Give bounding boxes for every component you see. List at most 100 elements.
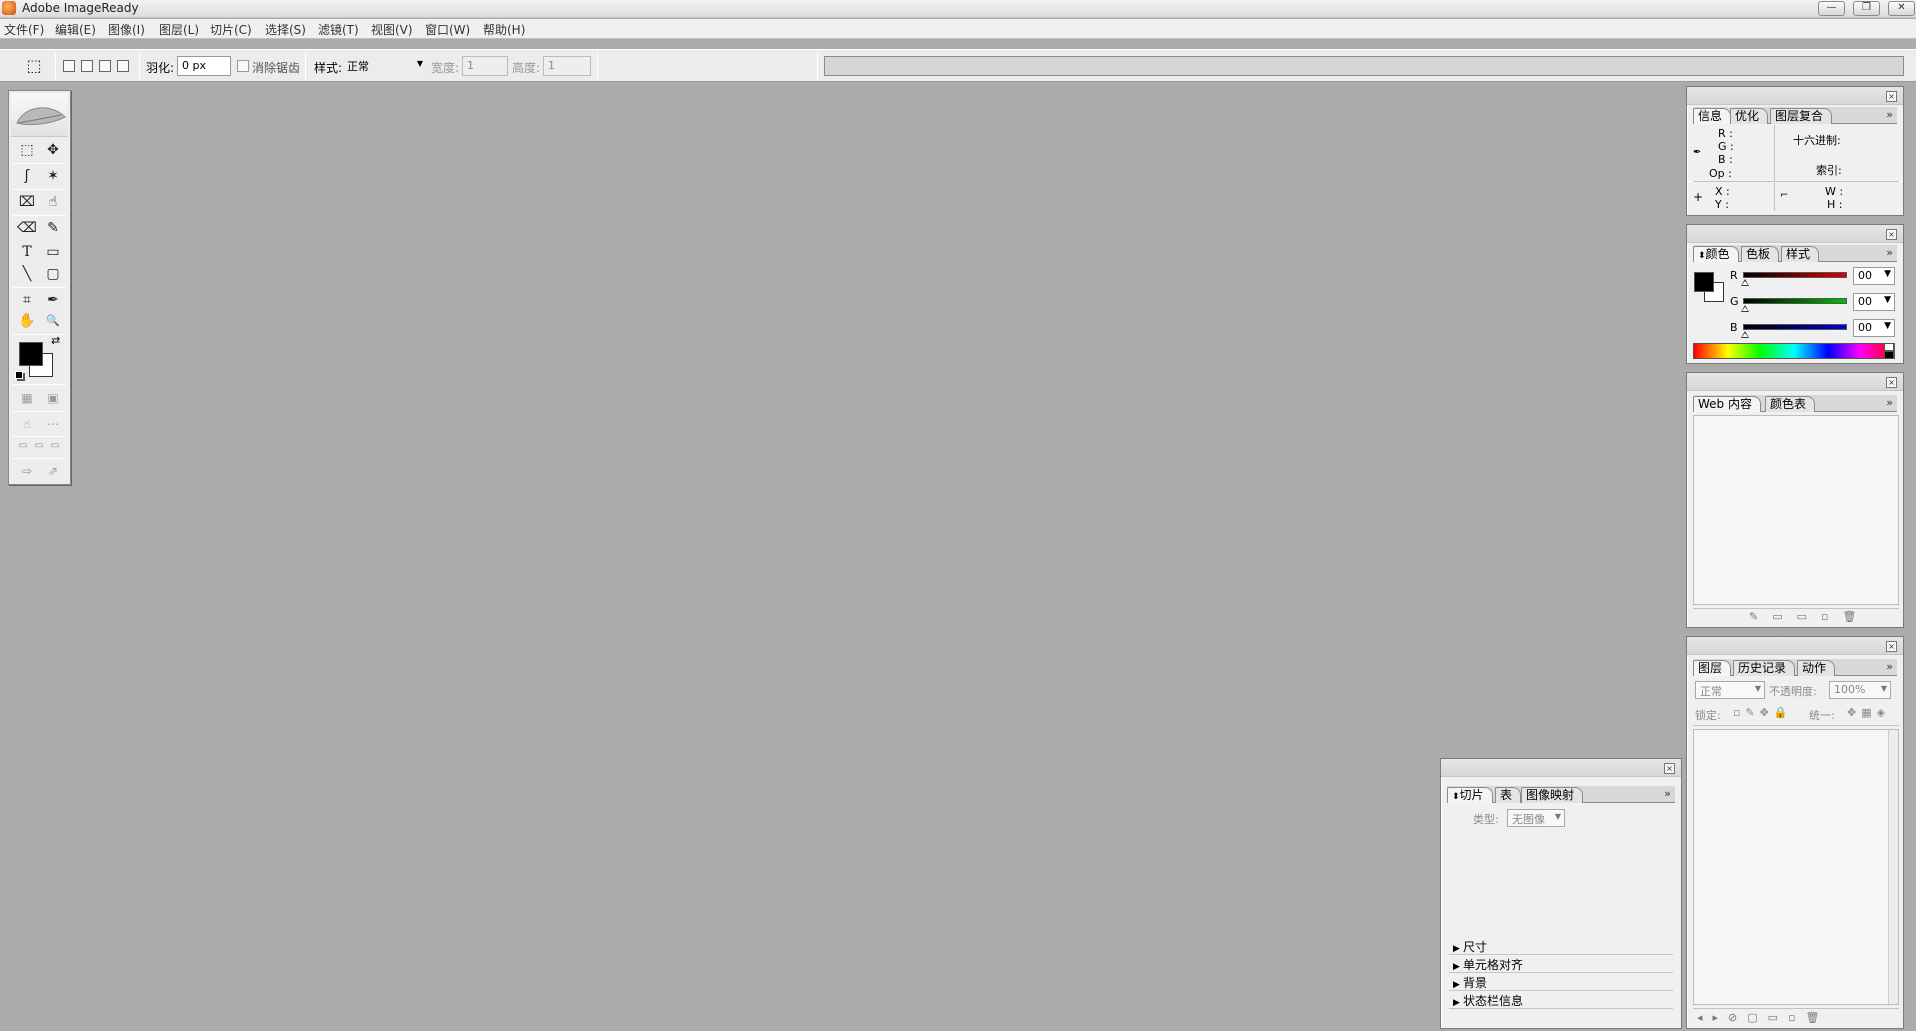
- unify-icons[interactable]: ✥▦◈: [1847, 706, 1890, 719]
- tab-optimize[interactable]: 优化: [1730, 108, 1769, 124]
- panel-titlebar[interactable]: ×: [1687, 225, 1903, 243]
- layers-list[interactable]: [1693, 729, 1899, 1005]
- brush-tool-icon[interactable]: ✎: [41, 217, 65, 239]
- panel-menu-icon[interactable]: »: [1886, 108, 1893, 121]
- imagemap-tool-icon[interactable]: ▦: [15, 387, 39, 409]
- red-slider-handle[interactable]: [1741, 279, 1749, 286]
- tab-color-table[interactable]: 颜色表: [1765, 396, 1816, 412]
- red-slider[interactable]: [1743, 272, 1847, 278]
- panel-titlebar[interactable]: ×: [1687, 373, 1903, 391]
- tab-color[interactable]: ⬍颜色: [1693, 246, 1739, 262]
- menu-select[interactable]: 选择(S): [265, 21, 306, 38]
- tab-info[interactable]: 信息: [1693, 108, 1732, 124]
- tab-web-content[interactable]: Web 内容: [1693, 396, 1761, 412]
- crop-tool-icon[interactable]: ⌗: [15, 289, 39, 311]
- marquee-tool-icon[interactable]: ⬚: [15, 139, 39, 161]
- green-slider-handle[interactable]: [1741, 305, 1749, 312]
- black-swatch[interactable]: [1884, 351, 1894, 359]
- green-value-input[interactable]: 00 ▼: [1853, 293, 1895, 311]
- foreground-color-swatch[interactable]: [1694, 272, 1714, 292]
- rollover-preview-icon[interactable]: ☝: [15, 413, 39, 435]
- panel-titlebar[interactable]: ×: [1687, 87, 1903, 105]
- type-tool-icon[interactable]: T: [15, 241, 39, 263]
- section-status-bar-info[interactable]: ▶ 状态栏信息: [1449, 992, 1673, 1009]
- menu-view[interactable]: 视图(V): [371, 21, 413, 38]
- line-tool-icon[interactable]: ╲: [15, 263, 39, 285]
- slice-type-select[interactable]: 无图像 ▼: [1507, 809, 1565, 827]
- toggle-slices-icon[interactable]: ⋯: [41, 413, 65, 435]
- blue-value-input[interactable]: 00 ▼: [1853, 319, 1895, 337]
- panel-titlebar[interactable]: ×: [1687, 637, 1903, 655]
- minimize-button[interactable]: —: [1818, 1, 1845, 16]
- tab-slice[interactable]: ⬍切片: [1447, 787, 1493, 803]
- marquee-preset-icon[interactable]: ⬚: [22, 55, 46, 77]
- menu-layer[interactable]: 图层(L): [159, 21, 199, 38]
- panel-titlebar[interactable]: ×: [1441, 759, 1681, 777]
- new-selection-icon[interactable]: [63, 60, 75, 72]
- white-swatch[interactable]: [1884, 343, 1894, 351]
- tab-history[interactable]: 历史记录: [1733, 660, 1796, 676]
- menu-help[interactable]: 帮助(H): [483, 21, 525, 38]
- menu-slice[interactable]: 切片(C): [210, 21, 252, 38]
- antialias-checkbox[interactable]: [237, 60, 249, 72]
- eyedropper-tool-icon[interactable]: ✒: [41, 289, 65, 311]
- swap-colors-icon[interactable]: ⇄: [51, 334, 60, 347]
- restore-button[interactable]: ❐: [1853, 1, 1880, 16]
- close-icon[interactable]: ×: [1664, 763, 1675, 774]
- panel-menu-icon[interactable]: »: [1664, 787, 1671, 800]
- width-input[interactable]: 1: [462, 56, 508, 76]
- tab-swatches[interactable]: 色板: [1741, 246, 1780, 262]
- blend-mode-select[interactable]: 正常 ▼: [1695, 681, 1765, 699]
- blue-slider[interactable]: [1743, 324, 1847, 330]
- subtract-selection-icon[interactable]: [99, 60, 111, 72]
- close-icon[interactable]: ×: [1886, 91, 1897, 102]
- height-input[interactable]: 1: [543, 56, 591, 76]
- green-slider[interactable]: [1743, 298, 1847, 304]
- magic-wand-tool-icon[interactable]: ✶: [41, 165, 65, 187]
- tab-actions[interactable]: 动作: [1797, 660, 1836, 676]
- panel-menu-icon[interactable]: »: [1886, 246, 1893, 259]
- tab-layers[interactable]: 图层: [1693, 660, 1732, 676]
- blue-slider-handle[interactable]: [1741, 331, 1749, 338]
- section-cell-alignment[interactable]: ▶ 单元格对齐: [1449, 956, 1673, 973]
- zoom-tool-icon[interactable]: 🔍: [41, 310, 65, 332]
- panel-menu-icon[interactable]: »: [1886, 660, 1893, 673]
- jump-to-photoshop-icon[interactable]: ⇗: [41, 460, 65, 482]
- move-tool-icon[interactable]: ✥: [41, 139, 65, 161]
- menu-edit[interactable]: 编辑(E): [55, 21, 96, 38]
- style-select[interactable]: 正常 ▼: [343, 56, 427, 76]
- foreground-color-swatch[interactable]: [19, 342, 43, 366]
- tab-table[interactable]: 表: [1495, 787, 1522, 803]
- opacity-input[interactable]: 100% ▼: [1829, 681, 1891, 699]
- close-button[interactable]: ✕: [1888, 1, 1915, 16]
- section-background[interactable]: ▶ 背景: [1449, 974, 1673, 991]
- fullscreen-mode-icon[interactable]: ▭: [43, 435, 67, 457]
- hand-tool-icon[interactable]: ✋: [15, 310, 39, 332]
- slice-tool-icon[interactable]: ⌧: [15, 191, 39, 213]
- menu-window[interactable]: 窗口(W): [425, 21, 470, 38]
- close-icon[interactable]: ×: [1886, 229, 1897, 240]
- slice-select-tool-icon[interactable]: ☝: [41, 191, 65, 213]
- lock-icons[interactable]: ▫✎✥🔒: [1733, 706, 1793, 719]
- default-colors-icon[interactable]: [15, 371, 23, 379]
- feather-input[interactable]: 0 px: [177, 56, 231, 76]
- eraser-tool-icon[interactable]: ⌫: [15, 217, 39, 239]
- feather-logo[interactable]: [11, 93, 68, 137]
- panel-menu-icon[interactable]: »: [1886, 396, 1893, 409]
- section-dimensions[interactable]: ▶ 尺寸: [1449, 938, 1673, 955]
- tab-image-map[interactable]: 图像映射: [1521, 787, 1584, 803]
- tab-styles[interactable]: 样式: [1781, 246, 1820, 262]
- intersect-selection-icon[interactable]: [117, 60, 129, 72]
- preview-in-browser-icon[interactable]: ⇨: [15, 460, 39, 482]
- color-spectrum-ramp[interactable]: [1693, 343, 1895, 359]
- rounded-rectangle-tool-icon[interactable]: ▢: [41, 263, 65, 285]
- close-icon[interactable]: ×: [1886, 641, 1897, 652]
- lasso-tool-icon[interactable]: ʃ: [15, 165, 39, 187]
- add-selection-icon[interactable]: [81, 60, 93, 72]
- tab-layer-comps[interactable]: 图层复合: [1770, 108, 1833, 124]
- menu-image[interactable]: 图像(I): [108, 21, 145, 38]
- toggle-imagemap-icon[interactable]: ▣: [41, 387, 65, 409]
- close-icon[interactable]: ×: [1886, 377, 1897, 388]
- rectangle-tool-icon[interactable]: ▭: [41, 241, 65, 263]
- menu-filter[interactable]: 滤镜(T): [318, 21, 359, 38]
